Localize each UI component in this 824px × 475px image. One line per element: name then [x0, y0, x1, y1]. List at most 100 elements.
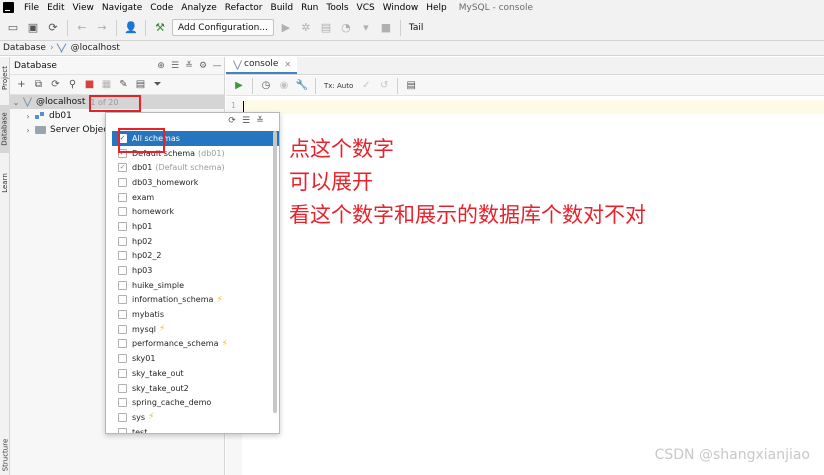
schema-checkbox[interactable]: [118, 339, 127, 349]
properties-icon[interactable]: ⚲: [65, 77, 80, 92]
schema-item[interactable]: ✓ db01 (Default schema): [118, 160, 273, 175]
schema-checkbox[interactable]: [118, 177, 127, 187]
copy-icon[interactable]: ⧉: [31, 77, 46, 92]
forward-arrow-icon[interactable]: →: [94, 20, 110, 36]
schema-item[interactable]: mybatis: [118, 307, 273, 322]
filter-icon[interactable]: ⏷: [150, 77, 165, 92]
rollback-icon[interactable]: ↺: [376, 78, 392, 94]
schema-checkbox[interactable]: [118, 310, 127, 320]
commit-icon[interactable]: ✓: [358, 78, 374, 94]
breadcrumb-host[interactable]: @localhost: [71, 43, 120, 53]
schema-checkbox[interactable]: [118, 266, 127, 276]
menu-item-file[interactable]: File: [20, 3, 43, 13]
schema-item[interactable]: db03_homework: [118, 175, 273, 190]
menu-item-build[interactable]: Build: [267, 3, 298, 13]
profile-icon[interactable]: ◔: [338, 20, 354, 36]
breadcrumb-database[interactable]: Database: [3, 43, 46, 53]
history-icon[interactable]: ◷: [258, 78, 274, 94]
schema-checkbox[interactable]: [118, 207, 127, 217]
schema-item[interactable]: sky_take_out: [118, 366, 273, 381]
minimize-icon[interactable]: —: [210, 59, 224, 73]
schema-checkbox[interactable]: [118, 221, 127, 231]
menu-item-edit[interactable]: Edit: [43, 3, 68, 13]
schema-item[interactable]: sys ⚡: [118, 410, 273, 425]
schema-item[interactable]: hp03: [118, 263, 273, 278]
schema-checkbox[interactable]: [118, 192, 127, 202]
sync-icon[interactable]: ⟳: [45, 20, 61, 36]
chevron-right-icon[interactable]: ›: [22, 126, 34, 135]
collapse-all-icon[interactable]: ≚: [253, 114, 267, 128]
stripe-tab-learn[interactable]: Learn: [0, 163, 10, 203]
menu-item-tools[interactable]: Tools: [322, 3, 352, 13]
schema-checkbox[interactable]: [118, 324, 127, 334]
add-icon[interactable]: +: [14, 77, 29, 92]
menu-item-navigate[interactable]: Navigate: [98, 3, 146, 13]
debug-icon[interactable]: ✲: [298, 20, 314, 36]
user-icon[interactable]: 👤: [123, 20, 139, 36]
refresh-icon[interactable]: ⟳: [225, 114, 239, 128]
chevron-right-icon[interactable]: ›: [22, 112, 34, 121]
schema-checkbox[interactable]: [118, 412, 127, 422]
gear-icon[interactable]: ⚙: [196, 59, 210, 73]
schema-checkbox[interactable]: [118, 398, 127, 408]
table-layout-icon[interactable]: ▤: [403, 78, 419, 94]
schema-item[interactable]: sky01: [118, 351, 273, 366]
stop-icon[interactable]: ■: [82, 77, 97, 92]
chevron-down-icon[interactable]: ▾: [358, 20, 374, 36]
add-configuration-button[interactable]: Add Configuration...: [172, 19, 274, 36]
schema-checkbox[interactable]: [118, 295, 127, 305]
popup-scrollbar[interactable]: [273, 131, 277, 413]
coverage-icon[interactable]: ▤: [318, 20, 334, 36]
schema-item[interactable]: information_schema ⚡: [118, 293, 273, 308]
menu-item-refactor[interactable]: Refactor: [221, 3, 267, 13]
menu-item-code[interactable]: Code: [146, 3, 177, 13]
expand-all-icon[interactable]: ☰: [239, 114, 253, 128]
menu-item-vcs[interactable]: VCS: [353, 3, 379, 13]
close-icon[interactable]: ✕: [284, 60, 291, 69]
schema-item[interactable]: hp02: [118, 234, 273, 249]
menu-item-window[interactable]: Window: [379, 3, 423, 13]
wrench-icon[interactable]: 🔧: [294, 78, 310, 94]
stop-icon[interactable]: ■: [378, 20, 394, 36]
stripe-tab-database[interactable]: Database: [0, 105, 10, 153]
stripe-tab-structure[interactable]: Structure: [0, 435, 10, 475]
back-arrow-icon[interactable]: ←: [74, 20, 90, 36]
transaction-mode-select[interactable]: Tx: Auto: [324, 82, 353, 90]
tail-button[interactable]: Tail: [405, 23, 428, 33]
run-icon[interactable]: ▶: [231, 78, 247, 94]
open-folder-icon[interactable]: ▭: [5, 20, 21, 36]
schema-checkbox[interactable]: [118, 427, 127, 433]
schema-checkbox[interactable]: [118, 251, 127, 261]
schema-checkbox[interactable]: [118, 354, 127, 364]
schema-item[interactable]: mysql ⚡: [118, 322, 273, 337]
stripe-tab-project[interactable]: Project: [0, 59, 10, 97]
edit-icon[interactable]: ✎: [116, 77, 131, 92]
schema-item[interactable]: hp01: [118, 219, 273, 234]
menu-item-run[interactable]: Run: [297, 3, 322, 13]
save-icon[interactable]: ▣: [25, 20, 41, 36]
menu-item-help[interactable]: Help: [422, 3, 451, 13]
console-icon[interactable]: ▤: [133, 77, 148, 92]
table-icon[interactable]: ▦: [99, 77, 114, 92]
schema-item[interactable]: hp02_2: [118, 249, 273, 264]
schema-checkbox[interactable]: [118, 236, 127, 246]
schema-checkbox[interactable]: [118, 383, 127, 393]
expand-all-icon[interactable]: ☰: [168, 59, 182, 73]
schema-checkbox[interactable]: ✓: [118, 163, 127, 173]
tab-console[interactable]: console ✕: [226, 56, 298, 74]
schema-item[interactable]: performance_schema ⚡: [118, 337, 273, 352]
schema-checkbox[interactable]: [118, 280, 127, 290]
collapse-all-icon[interactable]: ≚: [182, 59, 196, 73]
build-hammer-icon[interactable]: ⚒: [152, 20, 168, 36]
menu-item-analyze[interactable]: Analyze: [177, 3, 220, 13]
schema-item[interactable]: huike_simple: [118, 278, 273, 293]
schema-item[interactable]: spring_cache_demo: [118, 395, 273, 410]
schema-item[interactable]: exam: [118, 190, 273, 205]
chevron-down-icon[interactable]: ⌄: [10, 98, 22, 107]
crosshair-icon[interactable]: ⊕: [154, 59, 168, 73]
schema-item[interactable]: sky_take_out2: [118, 381, 273, 396]
menu-item-view[interactable]: View: [69, 3, 98, 13]
schema-checkbox[interactable]: [118, 368, 127, 378]
schema-item[interactable]: test: [118, 425, 273, 433]
schema-item[interactable]: homework: [118, 204, 273, 219]
